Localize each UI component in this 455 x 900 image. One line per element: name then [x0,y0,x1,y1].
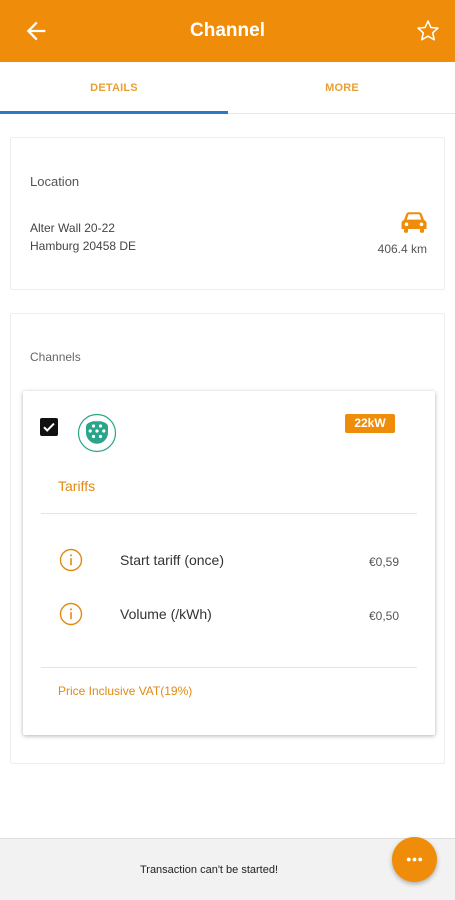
tariff-row: Start tariff (once) €0,59 [23,546,435,576]
tariff-row: Volume (/kWh) €0,50 [23,600,435,630]
location-label: Location [30,174,80,189]
car-icon[interactable] [401,211,427,233]
more-horizontal-icon [406,857,423,862]
divider [41,667,417,668]
tab-bar: DETAILS MORE [0,62,455,114]
channel-checkbox[interactable] [40,418,58,436]
transaction-status-message: Transaction can't be started! [139,864,279,876]
check-icon [43,422,55,432]
active-tab-indicator [0,111,228,114]
tariff-name: Start tariff (once) [120,552,225,568]
page-title: Channel [190,20,265,41]
power-badge: 22kW [345,414,395,433]
channels-label: Channels [30,350,81,364]
status-bar: Transaction can't be started! [0,838,455,900]
distance-value: 406.4 km [377,242,427,256]
location-card: Location Alter Wall 20-22 Hamburg 20458 … [10,137,445,290]
info-icon[interactable] [59,602,83,626]
app-bar: Channel [0,0,455,62]
type2-connector-icon [77,413,117,453]
tariff-price: €0,59 [368,555,399,569]
vat-note: Price Inclusive VAT(19%) [58,684,193,698]
tab-more[interactable]: MORE [228,62,455,114]
info-icon[interactable] [59,548,83,572]
star-outline-icon[interactable] [415,18,441,44]
channel-item: 22kW Tariffs Start tariff (once) €0,59 V… [23,391,435,735]
tariffs-title: Tariffs [58,478,96,494]
tab-details[interactable]: DETAILS [0,62,228,114]
address-line-1: Alter Wall 20-22 [30,221,115,235]
address-line-2: Hamburg 20458 DE [30,239,137,253]
tariff-price: €0,50 [368,609,399,623]
more-actions-button[interactable] [392,837,437,882]
divider [41,513,417,514]
tariff-name: Volume (/kWh) [120,606,212,622]
